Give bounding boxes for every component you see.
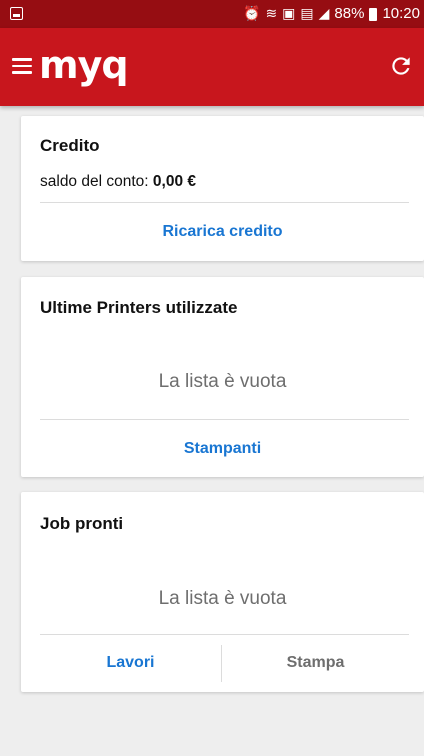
jobs-button[interactable]: Lavori [40, 654, 221, 672]
credit-title: Credito [40, 136, 100, 155]
clock: 10:20 [382, 4, 420, 22]
balance-line: saldo del conto: 0,00 € [40, 173, 196, 191]
app-bar: myq [0, 28, 424, 106]
recent-printers-card: Ultime Printers utilizzate La lista è vu… [21, 277, 424, 477]
status-bar: ⏰ ≋ ▣ ▤ ◢ 88% 10:20 [0, 0, 424, 28]
refresh-icon[interactable] [388, 53, 414, 79]
battery-percent: 88% [334, 4, 365, 22]
divider [40, 634, 409, 635]
credit-card: Credito saldo del conto: 0,00 € Ricarica… [21, 116, 424, 261]
divider [40, 419, 409, 420]
ready-jobs-card: Job pronti La lista è vuota Lavori Stamp… [21, 492, 424, 692]
status-icons: ⏰ ≋ ▣ ▤ ◢ 88% 10:20 [243, 4, 420, 22]
recharge-credit-button[interactable]: Ricarica credito [21, 223, 424, 241]
sim-icon: ▤ [300, 5, 314, 21]
ready-jobs-title: Job pronti [40, 514, 124, 533]
print-button[interactable]: Stampa [222, 654, 409, 672]
balance-value: 0,00 € [152, 173, 196, 190]
printers-button[interactable]: Stampanti [21, 440, 424, 458]
signal-icon: ◢ [318, 5, 330, 21]
jobs-empty-message: La lista è vuota [158, 588, 287, 609]
menu-icon[interactable] [12, 58, 32, 74]
printers-empty-message: La lista è vuota [158, 371, 287, 392]
nfc-icon: ▣ [282, 5, 296, 21]
wifi-icon: ≋ [265, 5, 278, 21]
recent-printers-title: Ultime Printers utilizzate [40, 298, 238, 317]
alarm-icon: ⏰ [243, 5, 261, 21]
app-logo: myq [39, 43, 129, 87]
screenshot-notification-icon [10, 7, 23, 20]
battery-icon [369, 7, 378, 21]
divider [40, 202, 409, 203]
balance-label: saldo del conto: [40, 173, 153, 190]
